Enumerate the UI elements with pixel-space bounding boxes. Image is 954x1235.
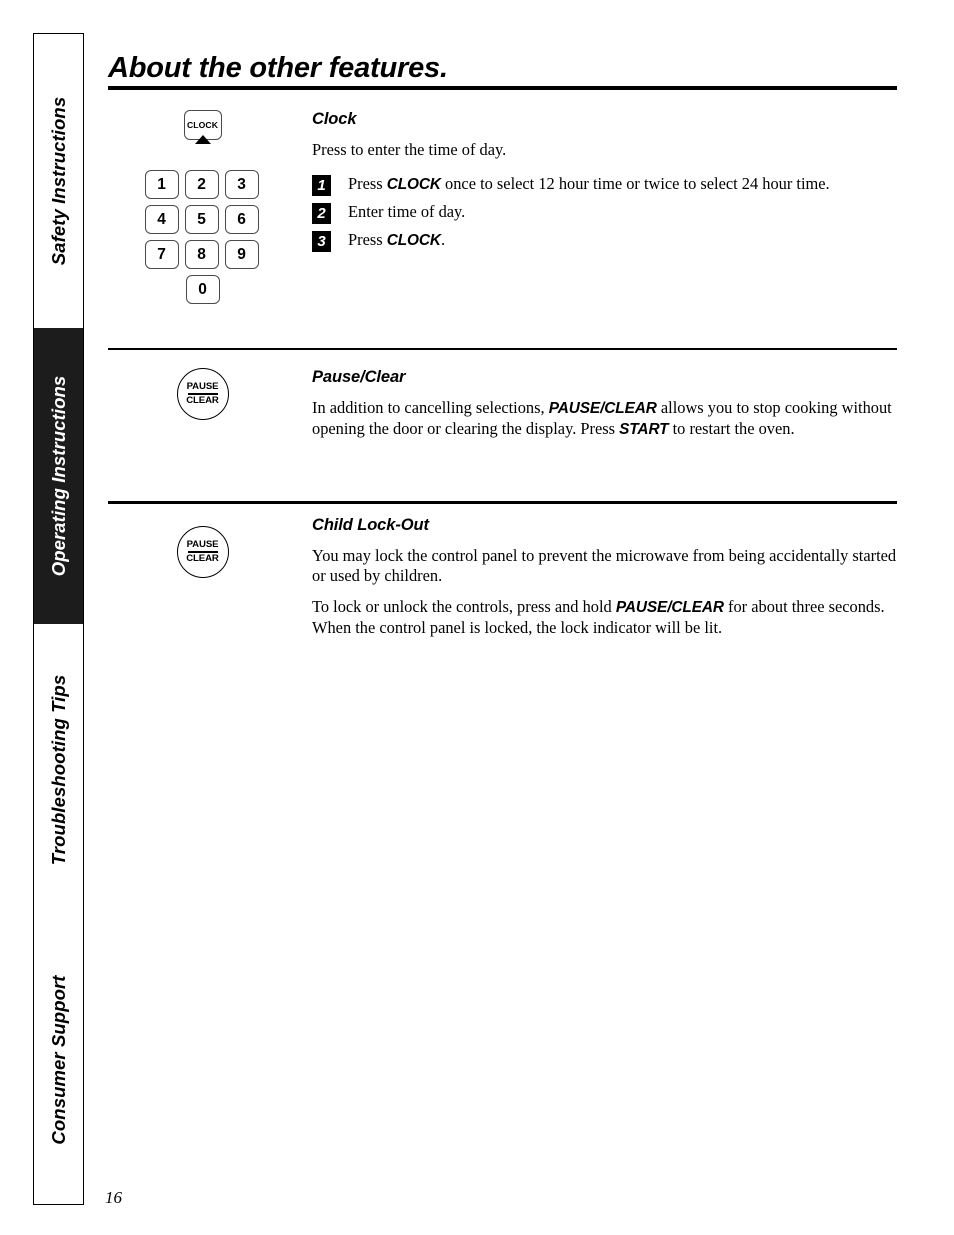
page-number: 16 <box>105 1188 122 1207</box>
clock-steps-list: 1 Press CLOCK once to select 12 hour tim… <box>312 174 900 256</box>
child-lock-paragraph-1: You may lock the control panel to preven… <box>312 546 897 585</box>
keypad-key-3[interactable]: 3 <box>224 170 259 199</box>
pause-clear-button-top-label: PAUSE <box>186 539 219 551</box>
step-item: 1 Press CLOCK once to select 12 hour tim… <box>312 174 900 200</box>
step-number-badge: 2 <box>312 202 331 224</box>
kbd-pause-clear: PAUSE/CLEAR <box>615 599 724 616</box>
step-text: Press CLOCK. <box>348 230 445 249</box>
kbd-clock: CLOCK <box>386 175 441 193</box>
section-divider-2 <box>108 501 897 505</box>
sidebar-item-label: Safety Instructions <box>47 96 69 265</box>
sidebar-tab-rail: Safety Instructions Operating Instructio… <box>33 33 84 1205</box>
triangle-pointer-icon <box>194 135 211 144</box>
sidebar-item-label: Consumer Support <box>47 975 69 1145</box>
clock-button[interactable]: CLOCK <box>183 110 222 144</box>
step-text-fragment: Press <box>348 229 387 249</box>
child-lock-paragraph-2: To lock or unlock the controls, press an… <box>312 597 900 637</box>
step-text-fragment: . <box>440 229 446 249</box>
keypad-key-7[interactable]: 7 <box>144 240 179 269</box>
section-divider-1 <box>108 348 897 350</box>
sidebar-item-label: Operating Instructions <box>47 375 69 577</box>
page-content: About the other features. CLOCK 1 2 3 4 … <box>100 0 900 1235</box>
paragraph-fragment: To lock or unlock the controls, press an… <box>312 597 616 616</box>
pause-clear-control-artwork: PAUSE CLEAR <box>100 368 305 420</box>
sidebar-item-consumer-support[interactable]: Consumer Support <box>34 916 83 1205</box>
keypad-key-2[interactable]: 2 <box>184 170 219 199</box>
sidebar-item-label: Troubleshooting Tips <box>47 675 69 866</box>
pause-clear-button-bottom-label: CLEAR <box>186 552 219 564</box>
keypad-key-1[interactable]: 1 <box>144 170 179 199</box>
section-heading-child-lock-out: Child Lock-Out <box>312 516 429 534</box>
sidebar-item-troubleshooting-tips[interactable]: Troubleshooting Tips <box>34 624 83 917</box>
child-lock-out-section-body: Child Lock-Out You may lock the control … <box>312 516 900 637</box>
keypad-row: 4 5 6 <box>144 205 261 234</box>
clock-control-artwork: CLOCK 1 2 3 4 5 6 7 8 9 0 <box>100 110 305 310</box>
keypad-key-6[interactable]: 6 <box>224 205 259 234</box>
paragraph-fragment: In addition to cancelling selections, <box>312 398 549 417</box>
page-title: About the other features. <box>108 52 448 84</box>
section-heading-pause-clear: Pause/Clear <box>312 368 406 386</box>
keypad-key-4[interactable]: 4 <box>144 205 179 234</box>
child-lock-control-artwork: PAUSE CLEAR <box>100 516 305 578</box>
pause-clear-button-bottom-label: CLEAR <box>186 394 219 406</box>
keypad-key-9[interactable]: 9 <box>224 240 259 269</box>
keypad-key-0[interactable]: 0 <box>185 275 220 304</box>
section-heading-clock: Clock <box>312 110 357 128</box>
step-number-badge: 1 <box>312 174 331 196</box>
title-underline-rule <box>108 86 897 90</box>
number-keypad: 1 2 3 4 5 6 7 8 9 0 <box>144 170 261 304</box>
pause-clear-button-top-label: PAUSE <box>186 381 219 393</box>
step-item: 3 Press CLOCK. <box>312 230 900 256</box>
kbd-start: START <box>619 420 669 438</box>
clock-button-label: CLOCK <box>186 120 219 130</box>
sidebar-item-operating-instructions[interactable]: Operating Instructions <box>34 327 83 624</box>
step-text-fragment: Press <box>348 173 387 193</box>
step-number-badge: 3 <box>312 230 331 252</box>
pause-clear-button[interactable]: PAUSE CLEAR <box>176 368 229 420</box>
keypad-row: 1 2 3 <box>144 170 261 199</box>
pause-clear-section-body: Pause/Clear In addition to cancelling se… <box>312 368 900 439</box>
clock-section-body: Clock Press to enter the time of day. 1 … <box>312 110 900 258</box>
step-text-fragment: once to select 12 hour time or twice to … <box>440 173 830 193</box>
step-text: Press CLOCK once to select 12 hour time … <box>348 174 830 193</box>
keypad-key-8[interactable]: 8 <box>184 240 219 269</box>
step-text: Enter time of day. <box>348 201 466 221</box>
keypad-key-5[interactable]: 5 <box>184 205 219 234</box>
kbd-clock: CLOCK <box>386 231 441 249</box>
sidebar-item-safety-instructions[interactable]: Safety Instructions <box>34 34 83 328</box>
step-item: 2 Enter time of day. <box>312 202 900 228</box>
pause-clear-button[interactable]: PAUSE CLEAR <box>176 526 229 578</box>
kbd-pause-clear: PAUSE/CLEAR <box>548 400 657 417</box>
clock-intro-text: Press to enter the time of day. <box>312 140 507 159</box>
keypad-row: 0 <box>145 275 261 304</box>
paragraph-fragment: to restart the oven. <box>668 418 795 438</box>
keypad-row: 7 8 9 <box>144 240 261 269</box>
pause-clear-paragraph: In addition to cancelling selections, PA… <box>312 398 900 439</box>
